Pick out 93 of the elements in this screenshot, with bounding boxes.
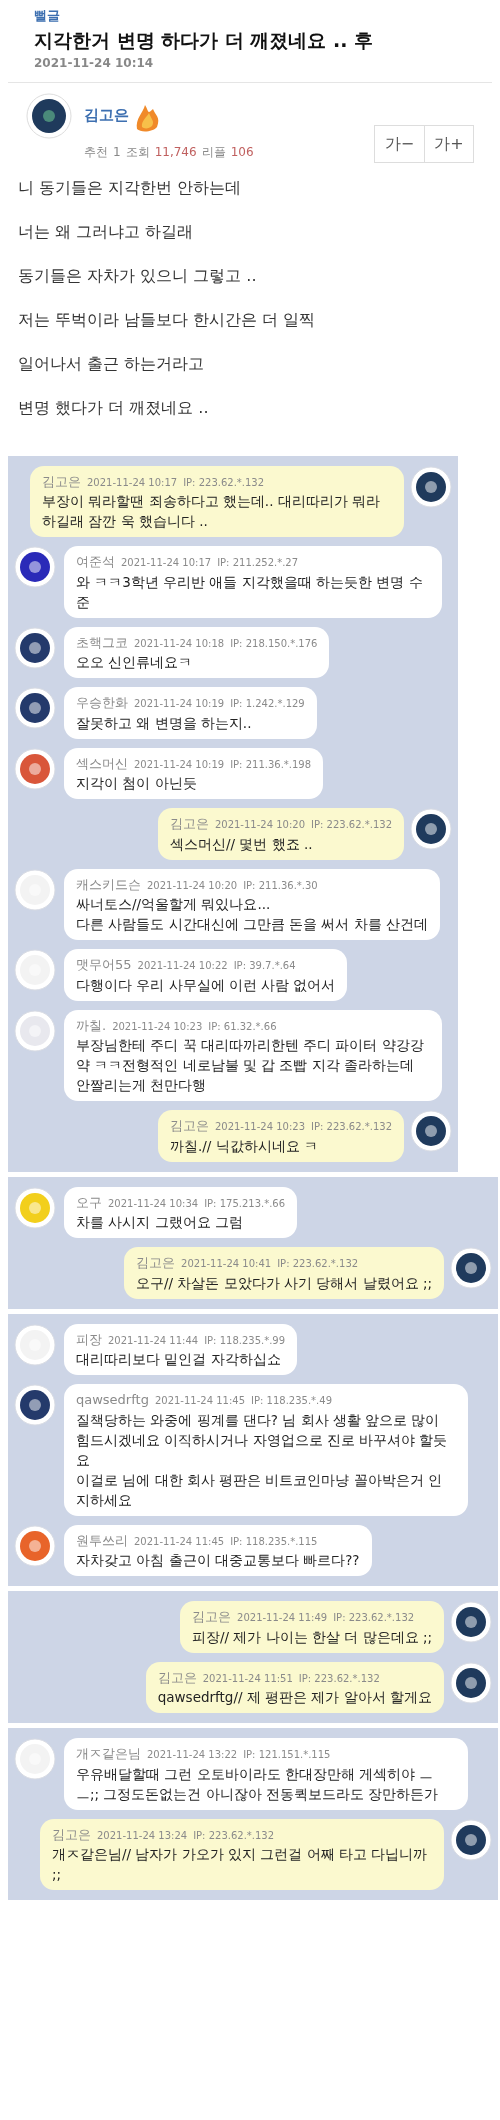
comment-author: 우승한화 [76,694,128,712]
comment-author: 원투쓰리 [76,1531,128,1550]
comment-author: 김고은 [157,1668,197,1687]
comment-ip: IP: 175.213.*.66 [204,1196,286,1211]
comment-ip: IP: 218.150.*.176 [230,636,318,651]
comment-time: 2021-11-24 10:23 [214,1120,306,1134]
comment-text: 우유배달할때 그런 오토바이라도 한대장만해 게섹히야 ㅡㅡ;; 그정도돈없는건 아니잖아 전동퀵보드라도 장만하든가 [76,1764,440,1804]
comment-time: 2021-11-24 10:19 [134,697,225,711]
post-date: 2021-11-24 10:14 [34,54,155,72]
comment-time: 2021-11-24 10:23 [112,1019,203,1034]
comment-time: 2021-11-24 11:44 [108,1333,199,1348]
stat-value: 11,746 [154,143,197,161]
comment-text: 오구// 차살돈 모았다가 사기 당해서 날렸어요 ;; [136,1273,432,1293]
post-text: 동기들은 자차가 있으니 그렇고 .. [18,264,258,287]
comment-time: 2021-11-24 10:22 [137,959,228,973]
author-name[interactable]: 김고은 [84,104,129,127]
comment-author: 까칠. [76,1016,107,1035]
comment-text: 피장// 제가 나이는 한살 더 많은데요 ;; [192,1627,432,1647]
comment-ip: IP: 223.62.*.132 [277,1257,359,1271]
comment-text: 다행이다 우리 사무실에 이런 사람 없어서 [76,975,336,995]
comment-author: 캐스키드슨 [76,875,141,894]
comment-time: 2021-11-24 11:51 [202,1671,293,1686]
stat-value: 1 [113,143,121,161]
comment-ip: IP: 61.32.*.66 [208,1019,277,1034]
post-text: 니 동기들은 지각한번 안하는데 [18,176,243,199]
comment-time: 2021-11-24 10:17 [121,556,212,570]
comment-time: 2021-11-24 13:22 [147,1748,238,1762]
comment-text: 까칠.// 닉값하시네요 ㅋ [169,1136,319,1156]
comment-text: 차를 사시지 그랬어요 그럼 [76,1213,244,1232]
stat-value: 106 [230,143,254,161]
post-title: 지각한거 변명 하다가 더 깨졌네요 .. 후 [34,27,375,53]
comment-ip: IP: 118.235.*.49 [251,1394,332,1408]
comment-ip: IP: 211.36.*.30 [243,878,318,893]
comment-ip: IP: 223.62.*.132 [193,1828,275,1843]
comment-time: 2021-11-24 13:24 [97,1828,188,1843]
comment-author: 김고은 [192,1608,232,1626]
comment-text: 자차갖고 아침 출근이 대중교통보다 빠르다?? [76,1551,360,1570]
comment-text: 부장님한테 주디 꾹 대리따까리한텐 주디 파이터 약강강약 ㅋㅋ전형적인 네로남불 및 갑 조빱 지각 졸라하는데 안짤리는게 천만다행 [76,1036,425,1095]
comment-text: 질책당하는 와중에 핑계를 댄다? 님 회사 생활 앞으로 많이 힘드시겠네요 이직하시거나 자영업으로 진로 바꾸셔야 할듯요 이걸로 님에 대한 회사 평판은 비트코인마냥 꼴아박은거 인지하세요 [76,1410,449,1510]
comment-ip: IP: 223.62.*.132 [311,1120,392,1134]
comment-author: 섹스머신 [76,754,128,773]
post-category[interactable]: 뻘글 [34,6,466,26]
comment-time: 2021-11-24 11:45 [154,1394,246,1408]
comment-author: 개ㅈ같은님 [76,1745,141,1763]
comment-text: 싸너토스//억울할게 뭐있나요... 다른 사람들도 시간대신에 그만큼 돈을 써서 차를 산건데 [76,895,429,934]
comment-author: 맷무어55 [76,956,132,974]
avatar-icon [26,92,72,139]
comment-time: 2021-11-24 11:49 [237,1611,328,1625]
comment-time: 2021-11-24 10:18 [134,636,225,651]
comment-ip: IP: 121.151.*.115 [243,1748,331,1762]
stat-label: 조회 [125,143,150,161]
comment-text: 섹스머신// 몇번 했죠 .. [169,834,314,854]
stat-label: 추천 [84,143,108,161]
stat-label: 리플 [201,143,226,161]
comment-ip: IP: 211.252.*.27 [217,556,299,570]
comment-time: 2021-11-24 10:19 [134,757,225,772]
comment-text: 잘못하고 왜 변명을 하는지.. [76,713,253,733]
comment-ip: IP: 223.62.*.132 [333,1611,415,1625]
comment-time: 2021-11-24 10:41 [181,1257,272,1271]
comment-text: 개ㅈ같은님// 남자가 가오가 있지 그런걸 어째 타고 다닙니까 ;; [52,1845,429,1884]
comment-time: 2021-11-24 11:45 [134,1534,225,1549]
comment-author: 여준석 [76,553,115,571]
post-text: 저는 뚜벅이라 남들보다 한시간은 더 일찍 [18,308,317,331]
comment-ip: IP: 223.62.*.132 [311,818,392,832]
comment-author: 김고은 [136,1254,176,1272]
post-text: 너는 왜 그러냐고 하길래 [18,220,195,243]
comment-text: qawsedrftg// 제 평판은 제가 알아서 할게요 [157,1688,432,1707]
post-text: 변명 했다가 더 깨졌네요 .. [18,396,210,419]
comment-author: qawsedrftg [76,1391,149,1409]
comment-author: 초핵그코 [76,633,128,652]
post-text: 일어나서 출근 하는거라고 [18,352,206,375]
comment-author: 피장 [76,1330,102,1349]
comment-ip: IP: 223.62.*.132 [298,1671,380,1686]
comment-ip: IP: 118.235.*.99 [204,1333,286,1348]
comment-author: 김고은 [52,1825,91,1844]
comment-ip: IP: 211.36.*.198 [230,757,312,772]
comment-ip: IP: 223.62.*.132 [183,475,265,490]
comment-text: 부장이 뭐라할땐 죄송하다고 했는데.. 대리따리가 뭐라 하길래 잠깐 욱 했습니다 .. [42,492,382,531]
comment-text: 대리따리보다 밑인걸 자각하십쇼 [76,1350,282,1369]
comment-ip: IP: 1.242.*.129 [230,697,305,711]
comment-author: 김고은 [169,815,209,833]
comment-time: 2021-11-24 10:20 [147,878,238,893]
comment-time: 2021-11-24 10:17 [87,475,178,490]
comment-text: 오오 신인류네요ㅋ [76,653,194,672]
comment-ip: IP: 118.235.*.115 [230,1534,318,1549]
comment-time: 2021-11-24 10:20 [214,818,306,832]
comment-author: 오구 [76,1193,102,1212]
comment-ip: IP: 39.7.*.64 [233,959,296,973]
comment-author: 김고은 [42,472,81,491]
comment-text: 지각이 첨이 아닌듯 [76,774,198,793]
comment-text: 와 ㅋㅋ3학년 우리반 애들 지각했을때 하는듯한 변명 수준 [76,572,424,612]
comment-author: 김고은 [169,1117,209,1135]
comment-time: 2021-11-24 10:34 [108,1196,199,1211]
